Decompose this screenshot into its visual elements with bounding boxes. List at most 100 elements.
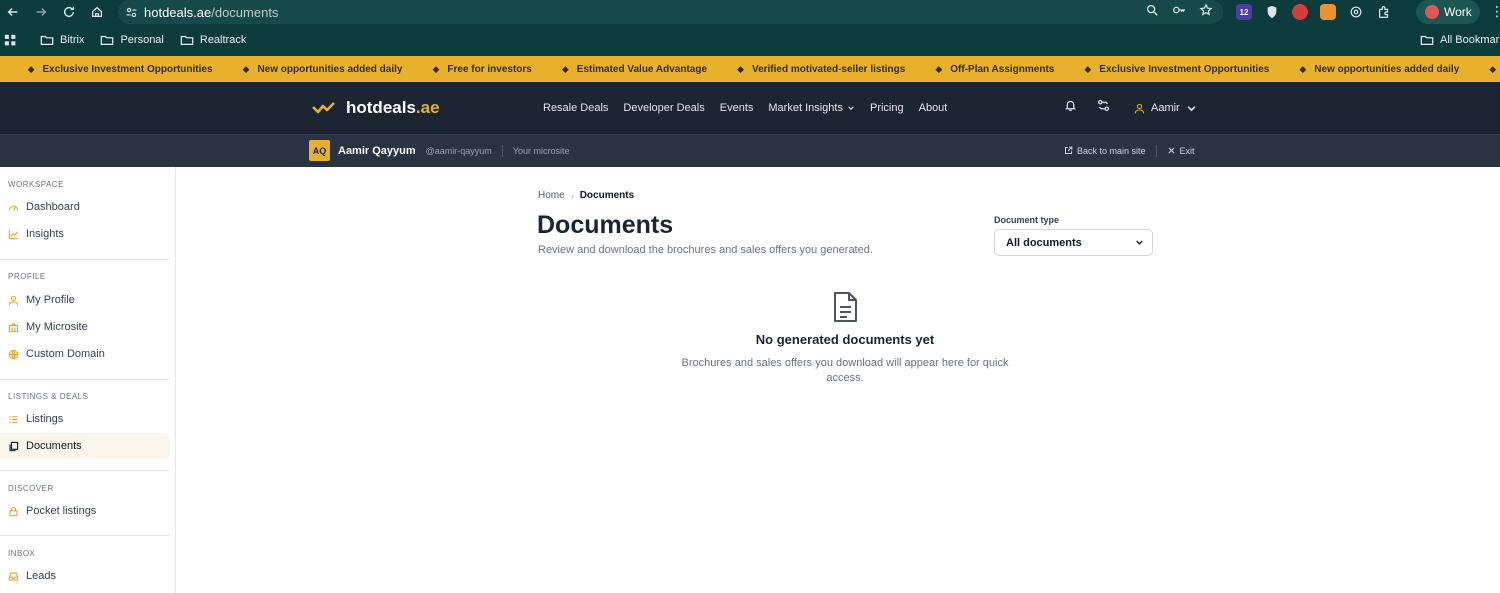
ticker-item: ◆ Off-Plan Assignments xyxy=(935,63,1055,75)
back-to-main-site-link[interactable]: Back to main site xyxy=(1064,146,1146,156)
sidebar-item-listings[interactable]: Listings xyxy=(0,406,170,432)
ticker-item: ◆ Free for investors xyxy=(432,63,532,75)
your-microsite-label: Your microsite xyxy=(512,145,570,156)
url-text[interactable]: hotdeals.ae/documents xyxy=(144,5,278,20)
ticker-item: ◆Fr xyxy=(1489,64,1500,75)
document-type-label: Document type xyxy=(994,215,1060,225)
diamond-icon: ◆ xyxy=(1084,63,1092,74)
main-nav: Resale Deals Developer Deals Events Mark… xyxy=(543,82,947,134)
diamond-icon: ◆ xyxy=(27,63,35,74)
browser-profile-button[interactable]: Work xyxy=(1416,0,1480,24)
documents-icon xyxy=(9,441,19,451)
key-icon[interactable] xyxy=(1172,3,1186,22)
divider xyxy=(0,259,170,260)
diamond-icon: ◆ xyxy=(737,63,744,74)
gauge-icon xyxy=(8,205,19,211)
address-bar[interactable]: hotdeals.ae/documents xyxy=(118,0,1223,24)
bookmark-bitrix[interactable]: Bitrix xyxy=(40,33,84,47)
breadcrumb-home[interactable]: Home xyxy=(538,190,565,201)
sidebar-section-title: WORKSPACE xyxy=(8,180,64,189)
divider xyxy=(501,144,503,157)
chevron-down-icon xyxy=(848,106,854,110)
all-bookmarks[interactable]: All Bookmarks xyxy=(1420,24,1500,56)
reload-icon[interactable] xyxy=(56,0,82,24)
divider xyxy=(0,535,170,536)
microsite-handle: @aamir-qayyum xyxy=(425,145,492,156)
exit-link[interactable]: Exit xyxy=(1167,146,1195,156)
microsite-actions: Back to main site Exit xyxy=(1064,134,1195,167)
extension-badge-icon[interactable]: 12 xyxy=(1236,4,1252,20)
forward-icon[interactable] xyxy=(28,0,54,24)
page-title: Documents xyxy=(537,211,674,239)
zoom-icon[interactable] xyxy=(1145,3,1159,22)
nav-events[interactable]: Events xyxy=(720,102,754,114)
logo-mark-icon xyxy=(312,102,335,114)
folder-icon xyxy=(1420,35,1434,45)
nav-developer-deals[interactable]: Developer Deals xyxy=(623,102,704,114)
sidebar-item-insights[interactable]: Insights xyxy=(0,221,170,247)
nav-about[interactable]: About xyxy=(919,102,948,114)
brand-name: hotdeals.ae xyxy=(346,98,440,117)
nav-pricing[interactable]: Pricing xyxy=(870,102,904,114)
sidebar-item-custom-domain[interactable]: Custom Domain xyxy=(0,341,170,367)
openai-extension-icon[interactable] xyxy=(1348,4,1364,20)
bell-icon[interactable] xyxy=(1064,99,1077,117)
sidebar-item-pocket-listings[interactable]: Pocket listings xyxy=(0,498,170,524)
diamond-icon: ◆ xyxy=(1299,63,1307,74)
sidebar-item-my-profile[interactable]: My Profile xyxy=(0,287,170,313)
document-type-select[interactable]: All documents xyxy=(994,229,1153,256)
sidebar-item-documents[interactable]: Documents xyxy=(0,433,170,459)
sidebar: WORKSPACE Dashboard Insights PROFILE My … xyxy=(0,167,176,593)
bookmarks-bar: Bitrix Personal Realtrack All Bookmarks xyxy=(0,24,1500,56)
orange-extension-icon[interactable] xyxy=(1320,4,1336,20)
microsite-info: Aamir Qayyum @aamir-qayyum Your microsit… xyxy=(338,134,570,167)
diamond-icon: ◆ xyxy=(432,63,440,74)
ticker-item: ◆ Exclusive Investment Opportunities xyxy=(27,63,213,75)
apps-grid-icon[interactable] xyxy=(4,34,24,47)
inbox-icon xyxy=(8,572,19,580)
ticker-item: ◆ Verified motivated-seller listings xyxy=(737,63,906,75)
bookmark-personal[interactable]: Personal xyxy=(100,33,164,47)
ticker-item: ◆ New opportunities added daily xyxy=(242,63,403,75)
diamond-icon: ◆ xyxy=(561,63,569,74)
nav-market-insights[interactable]: Market Insights xyxy=(768,102,855,114)
folder-icon xyxy=(101,35,114,45)
announcement-ticker: nments ◆Exclusive Investment Opportuniti… xyxy=(0,56,1500,82)
diamond-icon: ◆ xyxy=(1489,63,1497,74)
microsite-owner-name: Aamir Qayyum xyxy=(338,144,416,157)
compare-icon[interactable] xyxy=(1097,99,1110,117)
user-menu[interactable]: Aamir xyxy=(1134,82,1197,134)
puzzle-extensions-icon[interactable] xyxy=(1376,4,1392,20)
bookmark-star-icon[interactable] xyxy=(1199,2,1213,22)
site-logo[interactable]: hotdeals.ae xyxy=(312,82,440,134)
briefcase-icon xyxy=(8,323,19,332)
user-icon xyxy=(8,295,19,305)
pokeball-extension-icon[interactable] xyxy=(1292,4,1308,20)
lock-icon xyxy=(9,506,18,516)
external-link-icon xyxy=(1065,146,1073,154)
site-settings-icon[interactable] xyxy=(118,6,144,19)
profile-avatar-icon xyxy=(1425,5,1439,19)
chevron-right-icon: › xyxy=(570,190,574,201)
diamond-icon: ◆ xyxy=(242,63,250,74)
home-icon[interactable] xyxy=(84,0,110,24)
bookmark-realtrack[interactable]: Realtrack xyxy=(180,33,246,47)
nav-resale-deals[interactable]: Resale Deals xyxy=(543,102,608,114)
breadcrumb-current: Documents xyxy=(579,190,635,201)
ticker-item: ◆ Exclusive Investment Opportunities xyxy=(1084,63,1270,75)
back-icon[interactable] xyxy=(0,0,26,24)
site-header: hotdeals.ae Resale Deals Developer Deals… xyxy=(0,82,1500,134)
browser-menu-icon[interactable]: ⋮ xyxy=(1490,3,1500,20)
sidebar-section-title: LISTINGS & DEALS xyxy=(8,392,89,401)
sidebar-section-title: DISCOVER xyxy=(8,484,54,493)
divider xyxy=(0,379,170,380)
chevron-down-icon xyxy=(1136,240,1143,245)
divider xyxy=(0,470,170,471)
sidebar-item-my-microsite[interactable]: My Microsite xyxy=(0,314,170,340)
shield-extension-icon[interactable] xyxy=(1264,4,1280,20)
ticker-item: ◆ New opportunities added daily xyxy=(1299,63,1460,75)
ticker-item: nments xyxy=(0,64,28,75)
sidebar-item-dashboard[interactable]: Dashboard xyxy=(0,194,170,220)
empty-state-title: No generated documents yet xyxy=(755,332,935,347)
sidebar-item-leads[interactable]: Leads xyxy=(0,563,170,589)
